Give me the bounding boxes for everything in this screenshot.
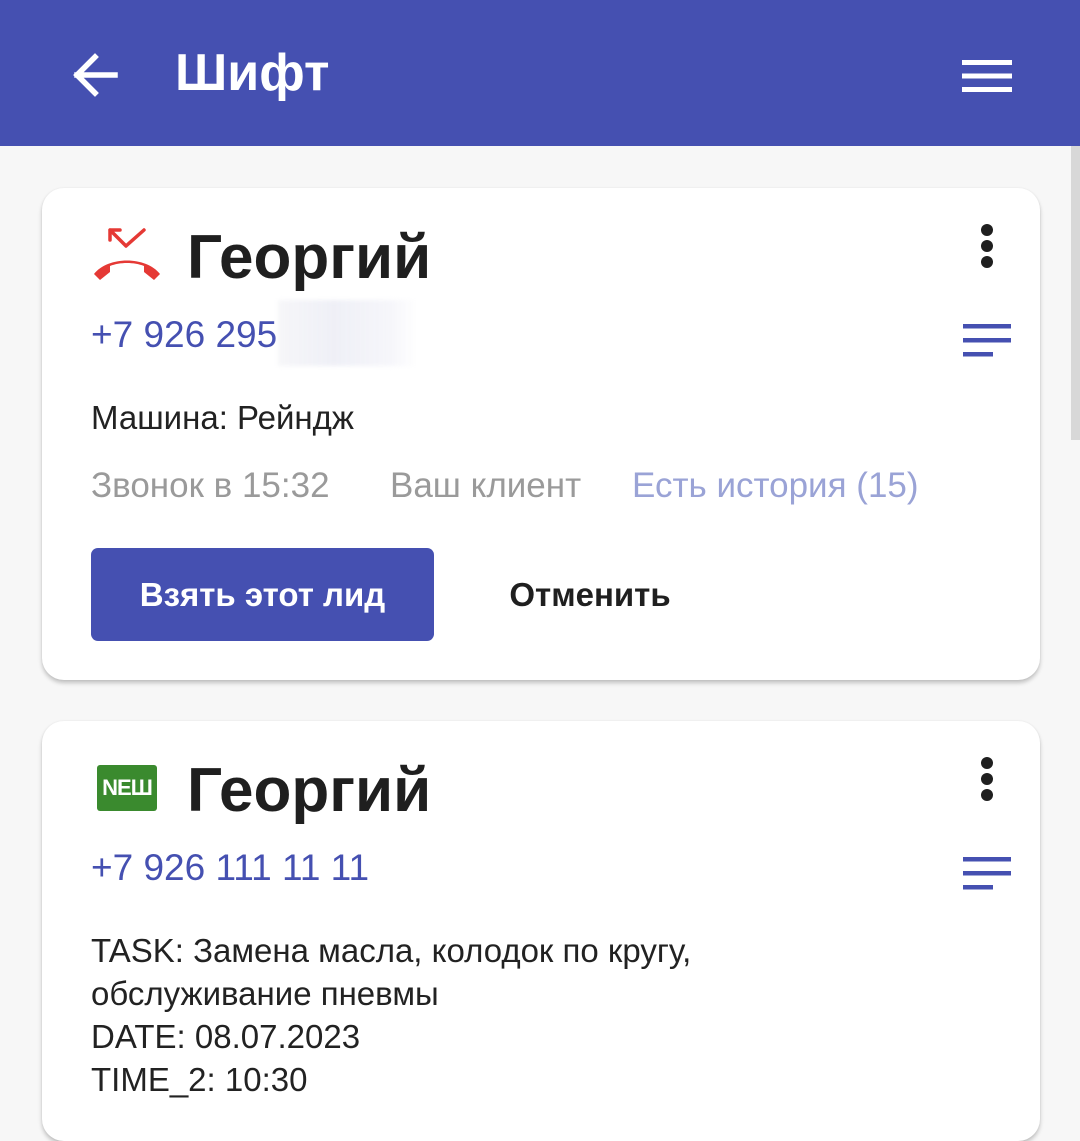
back-button[interactable] — [60, 44, 130, 106]
missed-call-icon — [94, 228, 160, 280]
notes-icon[interactable] — [963, 857, 1013, 891]
new-badge-icon: NEШ — [97, 765, 157, 811]
call-time: Звонок в 15:32 — [91, 466, 330, 505]
app-bar: Шифт — [0, 0, 1080, 146]
menu-button[interactable] — [950, 46, 1024, 106]
take-lead-button[interactable]: Взять этот лид — [91, 548, 434, 641]
client-name: Георгий — [187, 756, 432, 825]
scrollbar[interactable] — [1071, 146, 1080, 440]
client-status: Ваш клиент — [390, 466, 582, 505]
notes-icon[interactable] — [963, 324, 1013, 358]
cancel-button[interactable]: Отменить — [482, 548, 698, 641]
lead-card: NEШ Георгий +7 926 111 11 11 TASK: Замен… — [42, 721, 1040, 1141]
arrow-left-icon — [73, 53, 118, 97]
lead-card: Георгий +7 926 295 Машина: Рейндж Звонок… — [42, 188, 1040, 680]
hamburger-menu-icon — [962, 60, 1012, 92]
phone-link[interactable]: +7 926 111 11 11 — [91, 845, 369, 891]
history-link[interactable]: Есть история (15) — [632, 464, 919, 508]
more-options-button[interactable] — [962, 749, 1012, 809]
page-title: Шифт — [175, 44, 330, 102]
car-info: Машина: Рейндж — [91, 399, 354, 436]
more-options-button[interactable] — [962, 216, 1012, 276]
client-name: Георгий — [187, 223, 432, 292]
redacted-phone-digits — [278, 300, 418, 366]
task-details: TASK: Замена масла, колодок по кругу, об… — [91, 932, 692, 1098]
phone-link[interactable]: +7 926 295 — [91, 312, 277, 358]
